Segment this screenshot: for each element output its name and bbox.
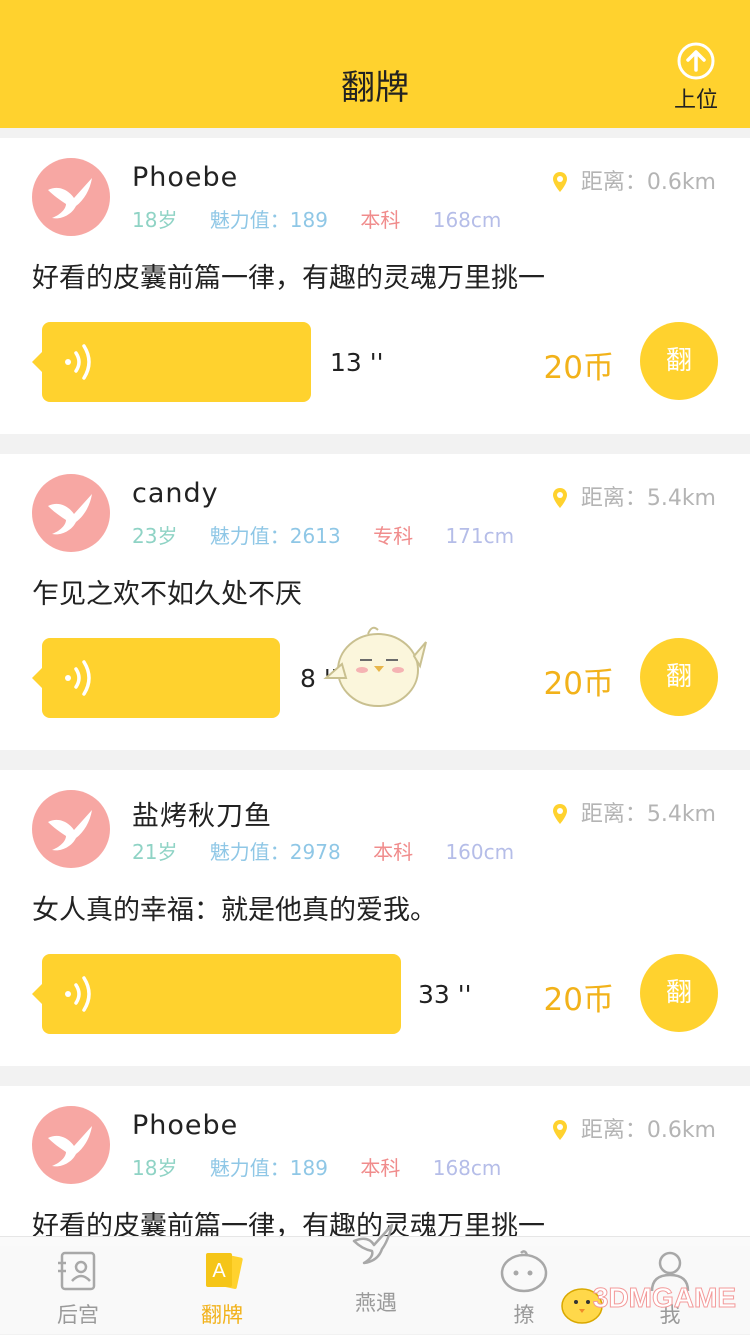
distance: 距离：0.6km	[552, 1112, 716, 1144]
user-meta: 21岁 魅力值：2978 本科 160cm	[132, 836, 540, 865]
tab-label: 翻牌	[201, 1303, 243, 1327]
swallow-icon	[352, 1223, 394, 1265]
user-meta: 23岁 魅力值：2613 专科 171cm	[132, 520, 540, 549]
avatar[interactable]	[32, 158, 110, 236]
swallow-icon	[48, 810, 92, 851]
promote-label: 上位	[673, 88, 718, 113]
height-label: 168cm	[432, 1156, 502, 1180]
distance: 距离：5.4km	[552, 796, 716, 828]
sound-wave-icon	[65, 660, 91, 696]
voice-message-button[interactable]	[32, 638, 280, 718]
charm-label: 魅力值：2613	[209, 524, 341, 548]
user-name: Phoebe	[132, 162, 239, 193]
user-meta: 18岁 魅力值：189 本科 168cm	[132, 1152, 527, 1181]
distance-label: 距离：5.4km	[580, 486, 716, 511]
flip-button[interactable]: 翻	[640, 322, 718, 400]
flip-button[interactable]: 翻	[640, 954, 718, 1032]
user-motto: 乍见之欢不如久处不厌	[32, 579, 302, 610]
location-pin-icon	[552, 172, 567, 192]
contacts-icon	[58, 1251, 96, 1291]
height-label: 168cm	[432, 208, 502, 232]
education-label: 专科	[373, 524, 414, 548]
avatar[interactable]	[32, 1106, 110, 1184]
swallow-icon	[48, 494, 92, 535]
user-meta: 18岁 魅力值：189 本科 168cm	[132, 204, 527, 233]
svg-text:A: A	[212, 1260, 226, 1282]
charm-label: 魅力值：2978	[209, 840, 341, 864]
profile-card[interactable]: 盐烤秋刀鱼 21岁 魅力值：2978 本科 160cm 距离：5.4km 女人真…	[0, 770, 750, 1066]
voice-duration: 13 ''	[330, 348, 384, 377]
education-label: 本科	[360, 208, 401, 232]
distance: 距离：0.6km	[552, 164, 716, 196]
education-label: 本科	[360, 1156, 401, 1180]
charm-label: 魅力值：189	[209, 208, 328, 232]
age-label: 18岁	[132, 1156, 178, 1180]
card-a-icon: A	[206, 1253, 243, 1289]
location-pin-icon	[552, 1120, 567, 1140]
distance-label: 距离：0.6km	[580, 1118, 716, 1143]
age-label: 23岁	[132, 524, 178, 548]
voice-message-button[interactable]	[32, 954, 401, 1034]
location-pin-icon	[552, 488, 567, 508]
distance-label: 距离：0.6km	[580, 170, 716, 195]
tab-label: 后宫	[57, 1303, 99, 1327]
distance-label: 距离：5.4km	[580, 802, 716, 827]
flip-button[interactable]: 翻	[640, 638, 718, 716]
tab-harem[interactable]: 后宫	[18, 1237, 138, 1335]
sound-wave-icon	[65, 344, 91, 380]
watermark-text: 3DMGAME	[592, 1282, 736, 1314]
user-name: 盐烤秋刀鱼	[132, 801, 272, 832]
top-bar: 翻牌 上位	[0, 0, 750, 128]
user-motto: 好看的皮囊前篇一律，有趣的灵魂万里挑一	[32, 263, 545, 294]
price-label: 20币	[543, 350, 614, 386]
charm-label: 魅力值：189	[209, 1156, 328, 1180]
sound-wave-icon	[65, 976, 91, 1012]
height-label: 160cm	[445, 840, 515, 864]
price-label: 20币	[543, 666, 614, 702]
avatar[interactable]	[32, 474, 110, 552]
tab-flip-card[interactable]: A 翻牌	[162, 1237, 282, 1335]
height-label: 171cm	[445, 524, 515, 548]
chick-sticker-icon	[323, 626, 427, 707]
user-motto: 女人真的幸福：就是他真的爱我。	[32, 895, 437, 926]
age-label: 18岁	[132, 208, 178, 232]
age-label: 21岁	[132, 840, 178, 864]
chat-face-icon	[500, 1250, 548, 1293]
voice-message-button[interactable]	[32, 322, 311, 402]
user-name: Phoebe	[132, 1110, 239, 1141]
tab-label: 燕遇	[355, 1291, 397, 1315]
location-pin-icon	[552, 804, 567, 824]
avatar[interactable]	[32, 790, 110, 868]
distance: 距离：5.4km	[552, 480, 716, 512]
profile-card[interactable]: Phoebe 18岁 魅力值：189 本科 168cm 距离：0.6km 好看的…	[0, 138, 750, 434]
user-name: candy	[132, 478, 219, 509]
swallow-icon	[48, 178, 92, 219]
upload-arrow-icon	[677, 42, 715, 80]
page-title: 翻牌	[341, 68, 409, 108]
promote-button[interactable]: 上位	[666, 42, 726, 116]
education-label: 本科	[373, 840, 414, 864]
voice-duration: 33 ''	[418, 980, 472, 1009]
tab-swallow-meet[interactable]: 燕遇	[316, 1223, 436, 1335]
price-label: 20币	[543, 982, 614, 1018]
swallow-icon	[48, 1126, 92, 1167]
